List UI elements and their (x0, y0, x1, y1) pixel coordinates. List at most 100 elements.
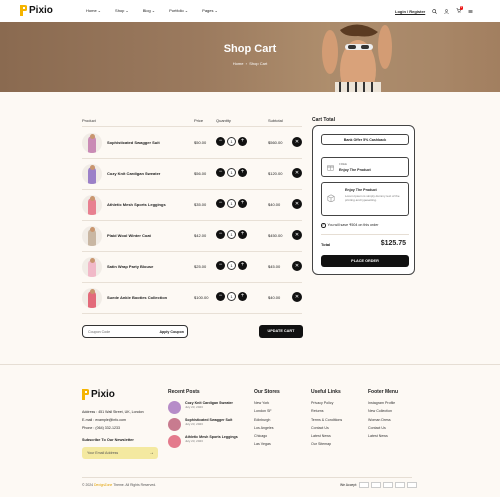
arrow-right-icon[interactable]: → (149, 450, 154, 456)
newsletter-input[interactable]: Your Email Address → (82, 447, 158, 459)
address-value: 451 Wall Street, UK, London (98, 410, 144, 414)
decrease-qty-button[interactable]: − (216, 230, 225, 239)
decrease-qty-button[interactable]: − (216, 261, 225, 270)
login-register-link[interactable]: Login / Register (395, 9, 425, 14)
apply-coupon-button[interactable]: Apply Coupon (159, 330, 184, 334)
quantity-input[interactable]: 1 (227, 230, 236, 239)
nav-blog[interactable]: Blog ⌄ (143, 8, 155, 13)
store-link[interactable]: Las Vegas (254, 442, 280, 446)
useful-link[interactable]: Our Sitemap (311, 442, 342, 446)
decrease-qty-button[interactable]: − (216, 168, 225, 177)
increase-qty-button[interactable]: + (238, 199, 247, 208)
remove-item-icon[interactable]: ✕ (292, 137, 302, 147)
post-thumbnail (168, 401, 181, 414)
product-name[interactable]: Plaid Wool Winter Coat (107, 233, 151, 238)
phone-label: Phone : (82, 426, 95, 430)
store-link[interactable]: Chicago (254, 434, 280, 438)
footer-logo[interactable]: Pixio (82, 389, 115, 400)
remove-item-icon[interactable]: ✕ (292, 230, 302, 240)
product-price: $25.00 (194, 264, 207, 269)
footer-menu-link[interactable]: New Collection (368, 409, 398, 413)
nav-shop[interactable]: Shop ⌄ (115, 8, 129, 13)
place-order-button[interactable]: PLACE ORDER (321, 255, 409, 267)
recent-post[interactable]: Athletic Mesh Sports Leggings July 23, 20… (168, 435, 248, 448)
useful-link[interactable]: Returns (311, 409, 342, 413)
product-name[interactable]: Suede Ankle Booties Collection (107, 295, 167, 300)
store-link[interactable]: Edinburgh (254, 418, 280, 422)
footer-menu-link[interactable]: Instagram Profile (368, 401, 398, 405)
increase-qty-button[interactable]: + (238, 292, 247, 301)
store-link[interactable]: Los Angeles (254, 426, 280, 430)
offer-card-product[interactable]: Enjoy The Product Lorem Ipsum is simply … (321, 182, 409, 216)
footer-menu-link[interactable]: Woman Dress (368, 418, 398, 422)
footer-menu-link[interactable]: Contact Us (368, 426, 398, 430)
useful-link[interactable]: Terms & Conditions (311, 418, 342, 422)
amex-card-icon (395, 482, 406, 488)
menu-icon[interactable] (468, 9, 473, 14)
nav-portfolio[interactable]: Portfolio ⌄ (169, 8, 188, 13)
footer-useful-links: Useful Links Privacy Policy Returns Terms … (311, 389, 342, 451)
quantity-input[interactable]: 1 (227, 199, 236, 208)
breadcrumb-home[interactable]: Home (233, 61, 244, 66)
phone-value[interactable]: (064) 332-1233 (95, 426, 120, 430)
column-product: Product (82, 118, 96, 123)
recent-post[interactable]: Sophisticated Swagger Suit July 23, 2023 (168, 418, 248, 431)
increase-qty-button[interactable]: + (238, 168, 247, 177)
quantity-input[interactable]: 1 (227, 168, 236, 177)
user-icon[interactable] (444, 8, 449, 14)
footer-menu-link[interactable]: Latest News (368, 434, 398, 438)
chevron-down-icon: ⌄ (97, 8, 102, 13)
search-icon[interactable] (432, 8, 438, 14)
product-name[interactable]: Athletic Mesh Sports Leggings (107, 202, 166, 207)
chevron-down-icon: ⌄ (214, 8, 218, 13)
quantity-input[interactable]: 1 (227, 137, 236, 146)
nav-pages[interactable]: Pages ⌄ (202, 8, 218, 13)
divider (82, 189, 302, 190)
column-quantity: Quantity (216, 118, 231, 123)
recent-post[interactable]: Cozy Knit Cardigan Sweater July 23, 2023 (168, 401, 248, 414)
brand-link[interactable]: DexignZone (94, 483, 112, 487)
footer-menu: Footer Menu Instagram Profile New Collect… (368, 389, 398, 442)
remove-item-icon[interactable]: ✕ (292, 168, 302, 178)
logo-icon (82, 389, 89, 400)
useful-link[interactable]: Contact Us (311, 426, 342, 430)
coupon-field[interactable]: Coupon Code Apply Coupon (82, 325, 188, 338)
logo[interactable]: Pixio (20, 5, 53, 16)
decrease-qty-button[interactable]: − (216, 292, 225, 301)
product-thumbnail[interactable] (82, 164, 102, 184)
useful-link[interactable]: Privacy Policy (311, 401, 342, 405)
product-thumbnail[interactable] (82, 288, 102, 308)
product-thumbnail[interactable] (82, 195, 102, 215)
useful-link[interactable]: Latest News (311, 434, 342, 438)
store-link[interactable]: New York (254, 401, 280, 405)
product-price: $56.00 (194, 171, 207, 176)
product-thumbnail[interactable] (82, 257, 102, 277)
remove-item-icon[interactable]: ✕ (292, 261, 302, 271)
update-cart-button[interactable]: UPDATE CART (259, 325, 303, 338)
coupon-input[interactable]: Coupon Code (88, 330, 110, 334)
decrease-qty-button[interactable]: − (216, 199, 225, 208)
product-thumbnail[interactable] (82, 133, 102, 153)
remove-item-icon[interactable]: ✕ (292, 199, 302, 209)
store-link[interactable]: London SF (254, 409, 280, 413)
product-name[interactable]: Cozy Knit Cardigan Sweater (107, 171, 160, 176)
logo-icon (20, 5, 27, 16)
offer-title: Enjoy The Product (345, 188, 377, 192)
increase-qty-button[interactable]: + (238, 137, 247, 146)
product-price: $100.00 (194, 295, 209, 300)
chevron-down-icon: ⌄ (151, 8, 156, 13)
email-value[interactable]: example@info.com (95, 418, 126, 422)
product-thumbnail[interactable] (82, 226, 102, 246)
decrease-qty-button[interactable]: − (216, 137, 225, 146)
cart-button[interactable]: 0 (456, 6, 464, 14)
remove-item-icon[interactable]: ✕ (292, 292, 302, 302)
bank-offer-button[interactable]: Bank Offer 5% Cashback (321, 134, 409, 145)
quantity-input[interactable]: 1 (227, 292, 236, 301)
quantity-input[interactable]: 1 (227, 261, 236, 270)
product-name[interactable]: Satin Wrap Party Blouse (107, 264, 153, 269)
offer-card-free[interactable]: FREE Enjoy The Product (321, 157, 409, 177)
increase-qty-button[interactable]: + (238, 261, 247, 270)
increase-qty-button[interactable]: + (238, 230, 247, 239)
product-name[interactable]: Sophisticated Swagger Suit (107, 140, 160, 145)
nav-home[interactable]: Home ⌄ (86, 8, 101, 13)
